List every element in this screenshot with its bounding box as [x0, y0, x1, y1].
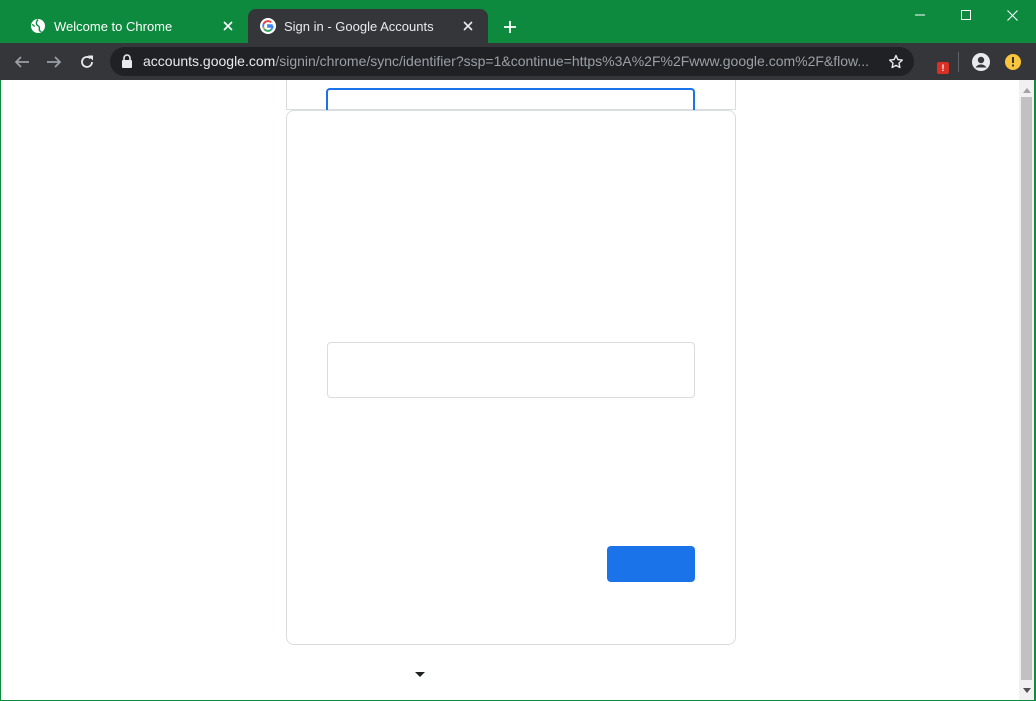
globe-icon	[30, 18, 46, 34]
tab-title: Welcome to Chrome	[54, 18, 173, 34]
page-scrollbar[interactable]	[1019, 80, 1034, 700]
forward-arrow-icon[interactable]	[41, 49, 67, 75]
back-arrow-icon[interactable]	[9, 49, 35, 75]
close-icon[interactable]	[220, 18, 236, 34]
tab-welcome-to-chrome[interactable]: Welcome to Chrome	[8, 9, 248, 43]
maximize-icon[interactable]	[943, 0, 989, 30]
email-input[interactable]	[327, 342, 695, 398]
url-host: accounts.google.com	[143, 53, 276, 69]
url-text[interactable]: accounts.google.com/signin/chrome/sync/i…	[143, 47, 883, 76]
new-tab-plus-icon[interactable]	[500, 17, 520, 37]
minimize-icon[interactable]	[897, 0, 943, 30]
language-dropdown-caret-icon[interactable]	[415, 672, 425, 677]
address-bar[interactable]: accounts.google.com/signin/chrome/sync/i…	[110, 47, 914, 76]
bookmark-star-icon[interactable]	[886, 52, 905, 71]
next-button[interactable]	[607, 546, 695, 582]
tab-sign-in-google-accounts[interactable]: Sign in - Google Accounts	[248, 9, 488, 43]
sign-in-card	[286, 110, 736, 645]
google-g-icon	[260, 18, 276, 34]
toolbar-divider	[958, 52, 959, 72]
scroll-up-arrow-icon[interactable]	[1019, 82, 1034, 97]
update-menu-icon[interactable]	[1000, 49, 1026, 75]
close-icon[interactable]	[460, 18, 476, 34]
browser-toolbar: accounts.google.com/signin/chrome/sync/i…	[0, 43, 1036, 80]
extension-alert-badge[interactable]: !	[937, 62, 949, 74]
lock-icon	[121, 54, 133, 68]
profile-avatar-icon[interactable]	[968, 49, 994, 75]
url-path: /signin/chrome/sync/identifier?ssp=1&con…	[275, 53, 870, 69]
page-viewport	[1, 80, 1019, 700]
reload-icon[interactable]	[74, 49, 100, 75]
window-close-icon[interactable]	[989, 0, 1035, 30]
tab-strip: Welcome to Chrome Sign in - Google Accou…	[0, 0, 1036, 43]
scrollbar-thumb[interactable]	[1021, 97, 1032, 680]
tab-title: Sign in - Google Accounts	[284, 18, 434, 34]
scroll-down-arrow-icon[interactable]	[1019, 683, 1034, 698]
